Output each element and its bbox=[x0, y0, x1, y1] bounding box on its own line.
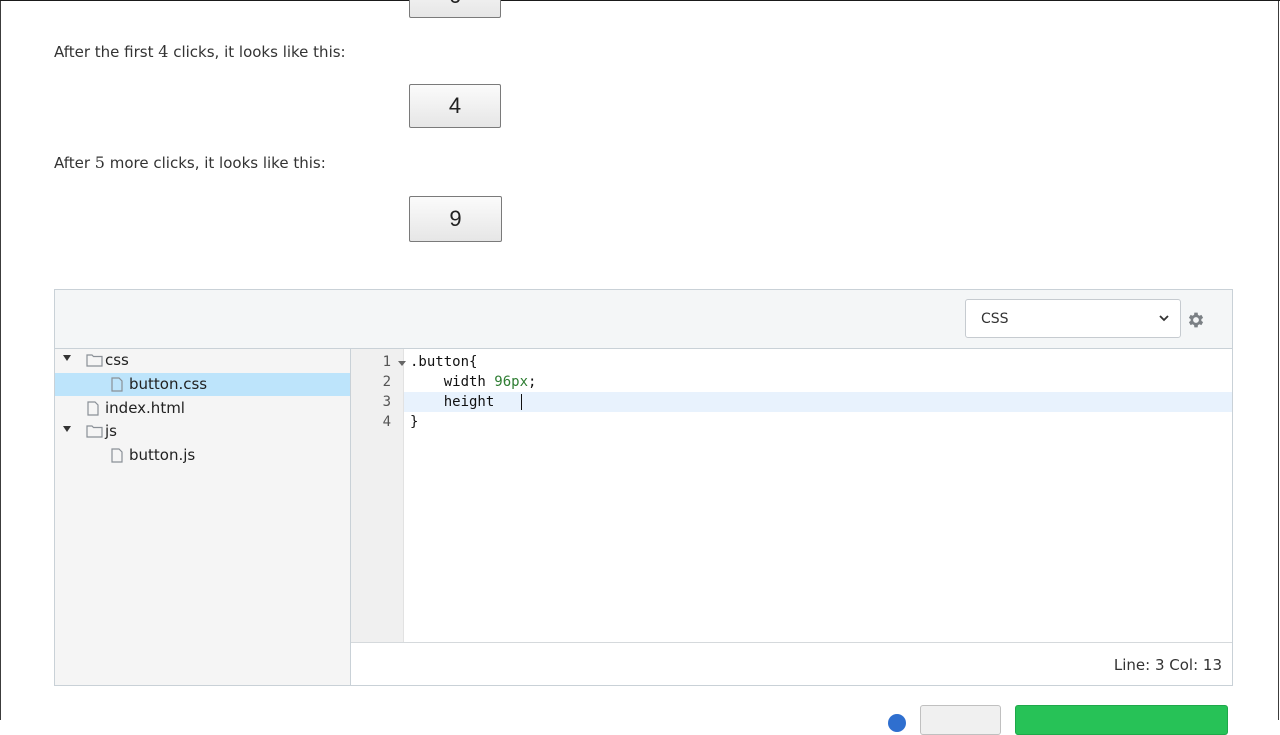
gear-icon[interactable] bbox=[1186, 310, 1206, 330]
folder-icon bbox=[86, 354, 103, 367]
editor-toolbar: CSS bbox=[55, 290, 1232, 349]
active-line-highlight bbox=[404, 392, 1232, 412]
tree-file-button-js[interactable]: button.js bbox=[55, 444, 350, 467]
explanation-text-2-number: 5 bbox=[94, 153, 105, 172]
explanation-text-1-after: clicks, it looks like this: bbox=[168, 43, 346, 61]
tree-folder-css[interactable]: css bbox=[55, 349, 350, 372]
tree-item-label: button.js bbox=[129, 446, 196, 464]
top-border bbox=[0, 0, 1280, 1]
explanation-text-2: After 5 more clicks, it looks like this: bbox=[54, 153, 326, 172]
line-number: 2 bbox=[382, 374, 391, 390]
fold-toggle-icon[interactable] bbox=[398, 361, 406, 366]
code-editor[interactable]: 1 2 3 4 .button{ width 96px; height } bbox=[351, 349, 1232, 642]
secondary-button[interactable] bbox=[920, 705, 1001, 735]
chevron-down-icon bbox=[1159, 315, 1169, 322]
text-cursor bbox=[521, 394, 522, 410]
folder-icon bbox=[86, 425, 103, 438]
tree-file-index-html[interactable]: index.html bbox=[55, 397, 350, 420]
file-icon bbox=[87, 401, 99, 416]
tree-item-label: index.html bbox=[105, 399, 185, 417]
cursor-position: Line: 3 Col: 13 bbox=[1113, 656, 1222, 674]
editor-status-bar: Line: 3 Col: 13 bbox=[351, 642, 1232, 685]
line-number: 1 bbox=[382, 354, 391, 370]
language-select[interactable]: CSS bbox=[965, 299, 1181, 338]
code-line-3: height bbox=[410, 394, 512, 410]
demo-button-after-9: 9 bbox=[409, 196, 502, 242]
tree-item-label: css bbox=[105, 351, 129, 369]
file-tree: css button.css index.html js button.js bbox=[55, 349, 351, 685]
tree-item-label: button.css bbox=[129, 375, 208, 393]
explanation-text-2-before: After bbox=[54, 154, 95, 172]
code-line-2: width 96px; bbox=[410, 374, 537, 390]
file-icon bbox=[111, 448, 123, 463]
demo-button-initial: 6 bbox=[409, 0, 501, 18]
tree-item-label: js bbox=[105, 422, 117, 440]
explanation-text-2-after: more clicks, it looks like this: bbox=[104, 154, 326, 172]
code-line-4: } bbox=[410, 414, 419, 430]
language-select-value: CSS bbox=[981, 311, 1009, 327]
tree-file-button-css[interactable]: button.css bbox=[55, 373, 350, 396]
code-value: 96px bbox=[494, 374, 529, 390]
line-number: 3 bbox=[382, 394, 391, 410]
primary-button[interactable] bbox=[1015, 705, 1228, 735]
code-punctuation: ; bbox=[528, 374, 537, 390]
expand-caret-icon[interactable] bbox=[63, 426, 71, 432]
line-number-gutter: 1 2 3 4 bbox=[351, 349, 406, 642]
code-editor-panel: CSS css button.css index.html js button.… bbox=[54, 289, 1233, 686]
help-icon[interactable] bbox=[888, 714, 906, 732]
file-icon bbox=[111, 377, 123, 392]
explanation-text-1-before: After the first bbox=[54, 43, 159, 61]
tree-folder-js[interactable]: js bbox=[55, 420, 350, 443]
expand-caret-icon[interactable] bbox=[63, 355, 71, 361]
code-line-1: .button{ bbox=[410, 354, 478, 370]
code-property: width bbox=[410, 374, 495, 390]
explanation-text-1-number: 4 bbox=[158, 42, 169, 61]
demo-button-after-4: 4 bbox=[409, 84, 501, 128]
line-number: 4 bbox=[382, 414, 391, 430]
explanation-text-1: After the first 4 clicks, it looks like … bbox=[54, 42, 346, 61]
